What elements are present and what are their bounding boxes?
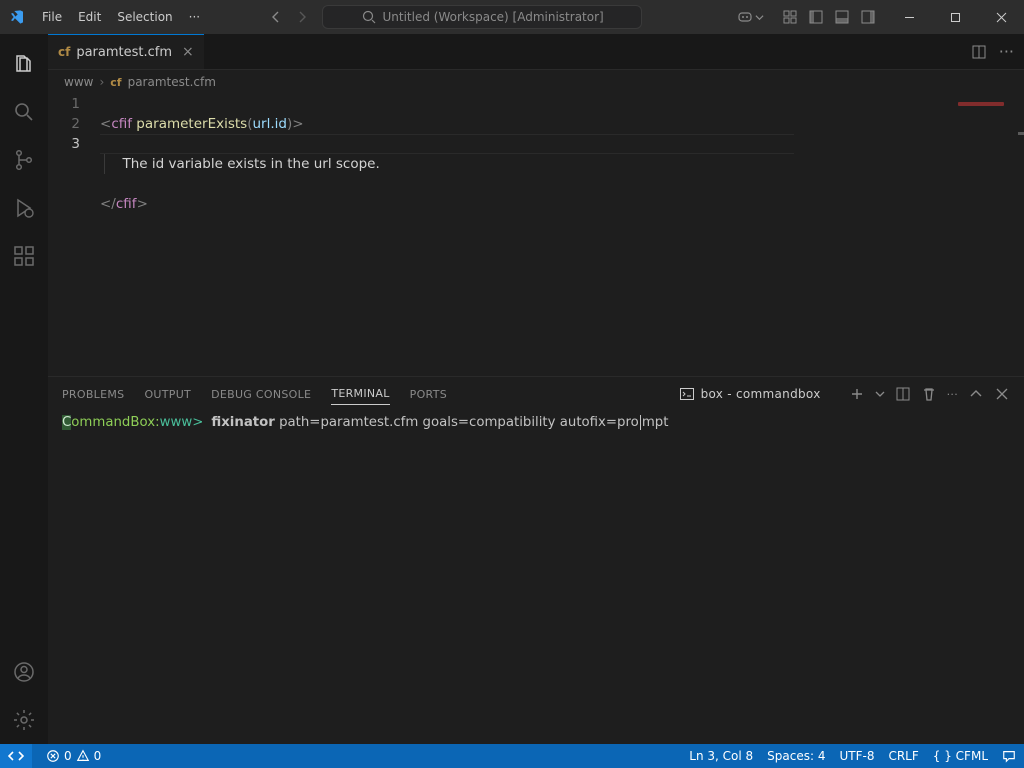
terminal-prompt-host: ommandBox: xyxy=(71,415,159,430)
window-controls xyxy=(886,0,1024,34)
status-language[interactable]: { } CFML xyxy=(933,749,988,763)
remote-indicator-icon[interactable] xyxy=(0,744,32,768)
source-control-icon[interactable] xyxy=(0,136,48,184)
cfml-file-icon: cf xyxy=(110,76,121,89)
code-editor[interactable]: 1 2 3 <cfif parameterExists(url.id)> The… xyxy=(48,94,1024,376)
split-terminal-icon[interactable] xyxy=(895,386,911,402)
close-icon[interactable] xyxy=(978,0,1024,34)
terminal-icon xyxy=(679,386,695,402)
nav-arrows xyxy=(268,9,310,25)
panel-tab-bar: PROBLEMS OUTPUT DEBUG CONSOLE TERMINAL P… xyxy=(48,377,1024,411)
tab-paramtest[interactable]: cf paramtest.cfm × xyxy=(48,34,204,69)
vscode-logo-icon xyxy=(0,9,34,25)
menu-bar: File Edit Selection ··· xyxy=(34,0,208,34)
more-icon[interactable]: ··· xyxy=(947,388,958,401)
warning-icon xyxy=(76,749,90,763)
menu-file[interactable]: File xyxy=(34,0,70,34)
minimize-icon[interactable] xyxy=(886,0,932,34)
settings-gear-icon[interactable] xyxy=(0,696,48,744)
minimap[interactable] xyxy=(914,94,1024,376)
layout-grid-icon[interactable] xyxy=(782,9,798,25)
cfml-file-icon: cf xyxy=(58,45,70,59)
status-ln-col[interactable]: Ln 3, Col 8 xyxy=(689,749,753,763)
panel-tab-ports[interactable]: PORTS xyxy=(410,384,447,405)
new-terminal-icon[interactable] xyxy=(849,386,865,402)
panel-left-icon[interactable] xyxy=(808,9,824,25)
search-icon xyxy=(361,9,377,25)
accounts-icon[interactable] xyxy=(0,648,48,696)
tab-close-icon[interactable]: × xyxy=(182,44,194,60)
extensions-icon[interactable] xyxy=(0,232,48,280)
menu-edit[interactable]: Edit xyxy=(70,0,109,34)
status-bar: 0 0 Ln 3, Col 8 Spaces: 4 UTF-8 CRLF { }… xyxy=(0,744,1024,768)
crumb-root[interactable]: www xyxy=(64,75,93,89)
editor-group: cf paramtest.cfm × ··· www › cf paramtes… xyxy=(48,34,1024,744)
status-encoding[interactable]: UTF-8 xyxy=(839,749,874,763)
code-content[interactable]: <cfif parameterExists(url.id)> The id va… xyxy=(100,94,914,376)
panel: PROBLEMS OUTPUT DEBUG CONSOLE TERMINAL P… xyxy=(48,376,1024,744)
terminal-prompt-path: www> xyxy=(160,415,204,430)
crumb-file[interactable]: paramtest.cfm xyxy=(128,75,216,89)
split-editor-icon[interactable] xyxy=(971,44,987,60)
nav-forward-icon[interactable] xyxy=(294,9,310,25)
command-center-label: Untitled (Workspace) [Administrator] xyxy=(383,10,604,24)
maximize-panel-icon[interactable] xyxy=(968,386,984,402)
terminal-command: fixinator path=paramtest.cfm goals=compa… xyxy=(211,415,668,430)
tab-bar: cf paramtest.cfm × ··· xyxy=(48,34,1024,70)
more-actions-icon[interactable]: ··· xyxy=(999,42,1014,61)
panel-bottom-icon[interactable] xyxy=(834,9,850,25)
nav-back-icon[interactable] xyxy=(268,9,284,25)
search-activity-icon[interactable] xyxy=(0,88,48,136)
tab-label: paramtest.cfm xyxy=(76,45,172,60)
title-bar: File Edit Selection ··· Untitled (Worksp… xyxy=(0,0,1024,34)
chevron-down-icon xyxy=(755,13,764,22)
run-debug-icon[interactable] xyxy=(0,184,48,232)
panel-tab-debug[interactable]: DEBUG CONSOLE xyxy=(211,384,311,405)
status-spaces[interactable]: Spaces: 4 xyxy=(767,749,825,763)
activity-bar xyxy=(0,34,48,744)
menu-overflow-icon[interactable]: ··· xyxy=(181,0,208,34)
status-feedback-icon[interactable] xyxy=(1002,749,1016,763)
error-icon xyxy=(46,749,60,763)
copilot-icon[interactable] xyxy=(737,9,764,25)
close-panel-icon[interactable] xyxy=(994,386,1010,402)
kill-terminal-icon[interactable] xyxy=(921,386,937,402)
explorer-icon[interactable] xyxy=(0,40,48,88)
chevron-right-icon: › xyxy=(99,75,104,89)
line-gutter: 1 2 3 xyxy=(48,94,100,376)
terminal-launcher[interactable]: box - commandbox xyxy=(679,386,821,402)
status-problems[interactable]: 0 0 xyxy=(46,749,101,763)
panel-right-icon[interactable] xyxy=(860,9,876,25)
panel-tab-terminal[interactable]: TERMINAL xyxy=(331,383,389,405)
panel-tab-problems[interactable]: PROBLEMS xyxy=(62,384,124,405)
command-center[interactable]: Untitled (Workspace) [Administrator] xyxy=(322,5,642,29)
layout-controls xyxy=(782,9,876,25)
status-eol[interactable]: CRLF xyxy=(888,749,918,763)
menu-selection[interactable]: Selection xyxy=(109,0,180,34)
breadcrumb[interactable]: www › cf paramtest.cfm xyxy=(48,70,1024,94)
terminal-cursor-block: C xyxy=(62,415,71,430)
maximize-icon[interactable] xyxy=(932,0,978,34)
chevron-down-icon[interactable] xyxy=(875,389,885,399)
panel-tab-output[interactable]: OUTPUT xyxy=(144,384,191,405)
terminal[interactable]: CommandBox:www> fixinator path=paramtest… xyxy=(48,411,1024,744)
